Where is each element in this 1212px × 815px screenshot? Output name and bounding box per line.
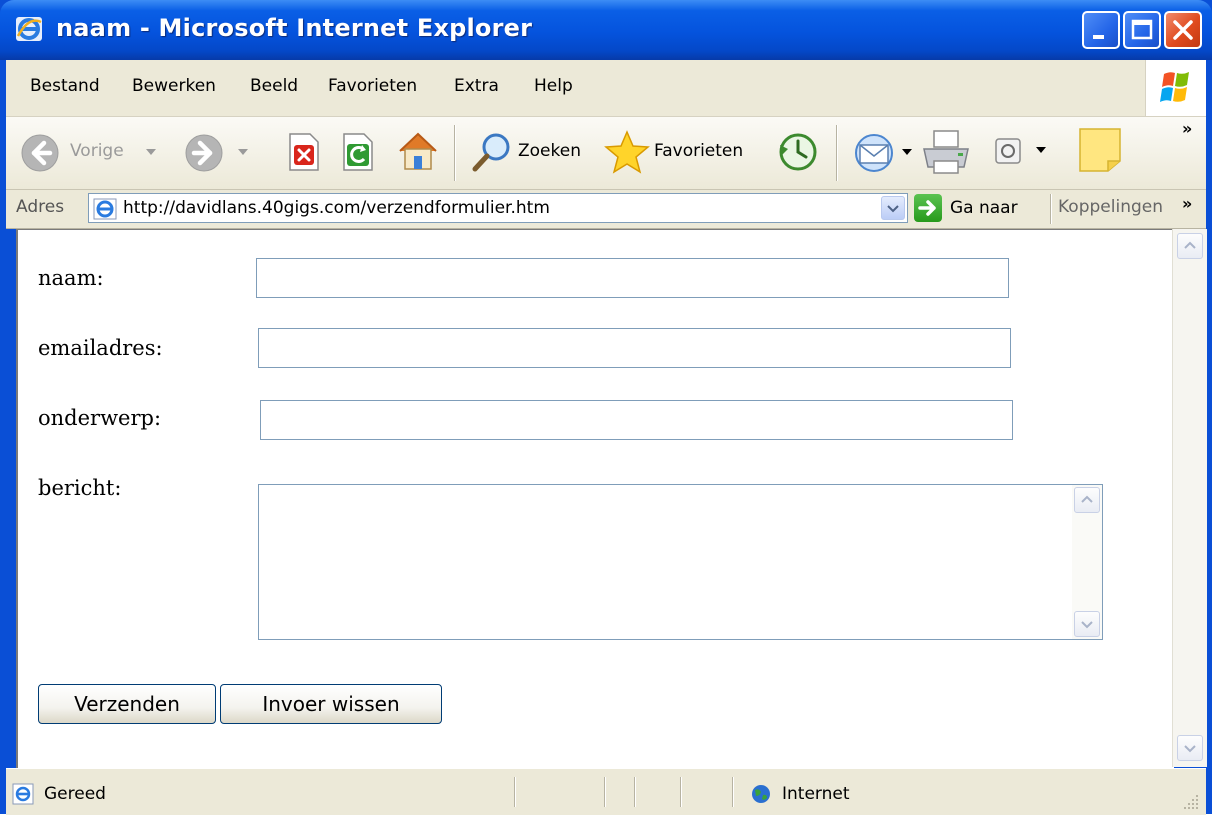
- refresh-icon[interactable]: [338, 131, 378, 173]
- status-divider: [604, 777, 606, 807]
- favorites-star-icon: [604, 130, 650, 174]
- favorites-label: Favorieten: [654, 141, 744, 161]
- reset-button[interactable]: Invoer wissen: [220, 684, 442, 724]
- security-zone-label: Internet: [782, 784, 850, 804]
- title-bar[interactable]: naam - Microsoft Internet Explorer: [0, 0, 1212, 60]
- back-label: Vorige: [70, 141, 124, 161]
- minimize-icon: [1093, 35, 1104, 39]
- email-label: emailadres:: [38, 336, 163, 360]
- go-label: Ga naar: [950, 198, 1018, 218]
- menu-bestand[interactable]: Bestand: [30, 76, 100, 96]
- notes-icon[interactable]: [1076, 125, 1124, 175]
- menu-extra[interactable]: Extra: [454, 76, 499, 96]
- status-divider: [514, 777, 516, 807]
- history-icon[interactable]: [776, 131, 820, 173]
- favorites-button[interactable]: Favorieten: [604, 127, 764, 177]
- address-bar: Adres http://davidlans.40gigs.com/verzen…: [6, 190, 1206, 229]
- address-input[interactable]: http://davidlans.40gigs.com/verzendformu…: [88, 193, 908, 223]
- address-url: http://davidlans.40gigs.com/verzendformu…: [123, 198, 550, 218]
- close-icon: [1173, 20, 1193, 40]
- window-title: naam - Microsoft Internet Explorer: [56, 14, 533, 42]
- address-separator: [1050, 194, 1052, 224]
- status-text: Gereed: [44, 784, 106, 804]
- menu-bewerken[interactable]: Bewerken: [132, 76, 216, 96]
- go-button[interactable]: Ga naar: [914, 194, 1048, 224]
- maximize-button[interactable]: [1123, 11, 1161, 49]
- chevron-down-icon: [887, 205, 899, 213]
- internet-globe-icon: [752, 785, 770, 803]
- status-divider: [732, 777, 734, 807]
- back-button[interactable]: Vorige: [18, 127, 170, 177]
- edit-page-icon: [995, 138, 1021, 164]
- close-button[interactable]: [1164, 11, 1202, 49]
- name-input[interactable]: [256, 258, 1009, 298]
- page-scroll-up-button[interactable]: [1177, 233, 1203, 259]
- search-label: Zoeken: [518, 141, 581, 161]
- minimize-button[interactable]: [1082, 11, 1120, 49]
- status-divider: [680, 777, 682, 807]
- edit-button[interactable]: [992, 133, 1058, 173]
- message-scroll-up-button[interactable]: [1074, 487, 1100, 513]
- menu-favorieten[interactable]: Favorieten: [328, 76, 417, 96]
- status-bar: Gereed Internet: [6, 768, 1206, 815]
- mail-icon: [855, 134, 893, 172]
- menu-beeld[interactable]: Beeld: [250, 76, 298, 96]
- mail-dropdown-icon[interactable]: [902, 149, 912, 155]
- edit-dropdown-icon[interactable]: [1036, 147, 1046, 153]
- subject-input[interactable]: [260, 400, 1013, 440]
- message-scrollbar[interactable]: [1072, 485, 1102, 639]
- windows-logo: [1145, 60, 1206, 116]
- chevron-down-icon: [1184, 745, 1196, 753]
- standard-toolbar: Vorige Zoeken Favorieten »: [6, 117, 1206, 190]
- forward-dropdown-icon[interactable]: [238, 149, 248, 155]
- chevron-up-icon: [1081, 495, 1093, 503]
- windows-flag-icon: [1160, 72, 1189, 102]
- message-scroll-down-button[interactable]: [1074, 611, 1100, 637]
- toolbar-separator: [836, 125, 838, 181]
- address-dropdown-button[interactable]: [881, 196, 905, 220]
- page-scroll-down-button[interactable]: [1177, 735, 1203, 761]
- status-divider: [634, 777, 636, 807]
- print-icon[interactable]: [920, 127, 972, 179]
- subject-label: onderwerp:: [38, 406, 162, 430]
- chevron-down-icon: [1081, 621, 1093, 629]
- stop-icon[interactable]: [284, 131, 324, 173]
- back-dropdown-icon[interactable]: [146, 149, 156, 155]
- forward-arrow-icon: [185, 134, 223, 172]
- maximize-icon: [1131, 19, 1153, 40]
- links-more-chevron-icon[interactable]: »: [1182, 194, 1192, 213]
- page-ie-icon: [93, 198, 117, 220]
- menu-help[interactable]: Help: [534, 76, 573, 96]
- go-arrow-icon: [914, 194, 942, 222]
- toolbar-separator: [454, 125, 456, 181]
- page-content: naam: emailadres: onderwerp: bericht: Ve…: [16, 229, 1174, 768]
- page-status-icon: [12, 783, 34, 805]
- links-button[interactable]: Koppelingen: [1058, 197, 1163, 217]
- page-scrollbar[interactable]: [1172, 229, 1207, 767]
- forward-button[interactable]: [182, 127, 256, 177]
- chevron-up-icon: [1184, 241, 1196, 249]
- name-label: naam:: [38, 266, 104, 290]
- toolbar-more-chevron-icon[interactable]: »: [1182, 119, 1192, 138]
- email-input[interactable]: [258, 328, 1011, 368]
- home-icon[interactable]: [394, 129, 442, 175]
- menu-bar: Bestand Bewerken Beeld Favorieten Extra …: [6, 60, 1206, 117]
- browser-window: naam - Microsoft Internet Explorer Besta…: [0, 0, 1212, 815]
- address-label: Adres: [16, 197, 65, 217]
- message-textarea[interactable]: [258, 484, 1103, 640]
- mail-button[interactable]: [852, 129, 916, 177]
- message-label: bericht:: [38, 476, 122, 500]
- search-icon: [472, 133, 510, 172]
- resize-grip-icon[interactable]: [1182, 793, 1200, 811]
- ie-icon: [16, 17, 42, 41]
- search-button[interactable]: Zoeken: [468, 127, 590, 177]
- submit-button[interactable]: Verzenden: [38, 684, 216, 724]
- back-arrow-icon: [21, 134, 59, 172]
